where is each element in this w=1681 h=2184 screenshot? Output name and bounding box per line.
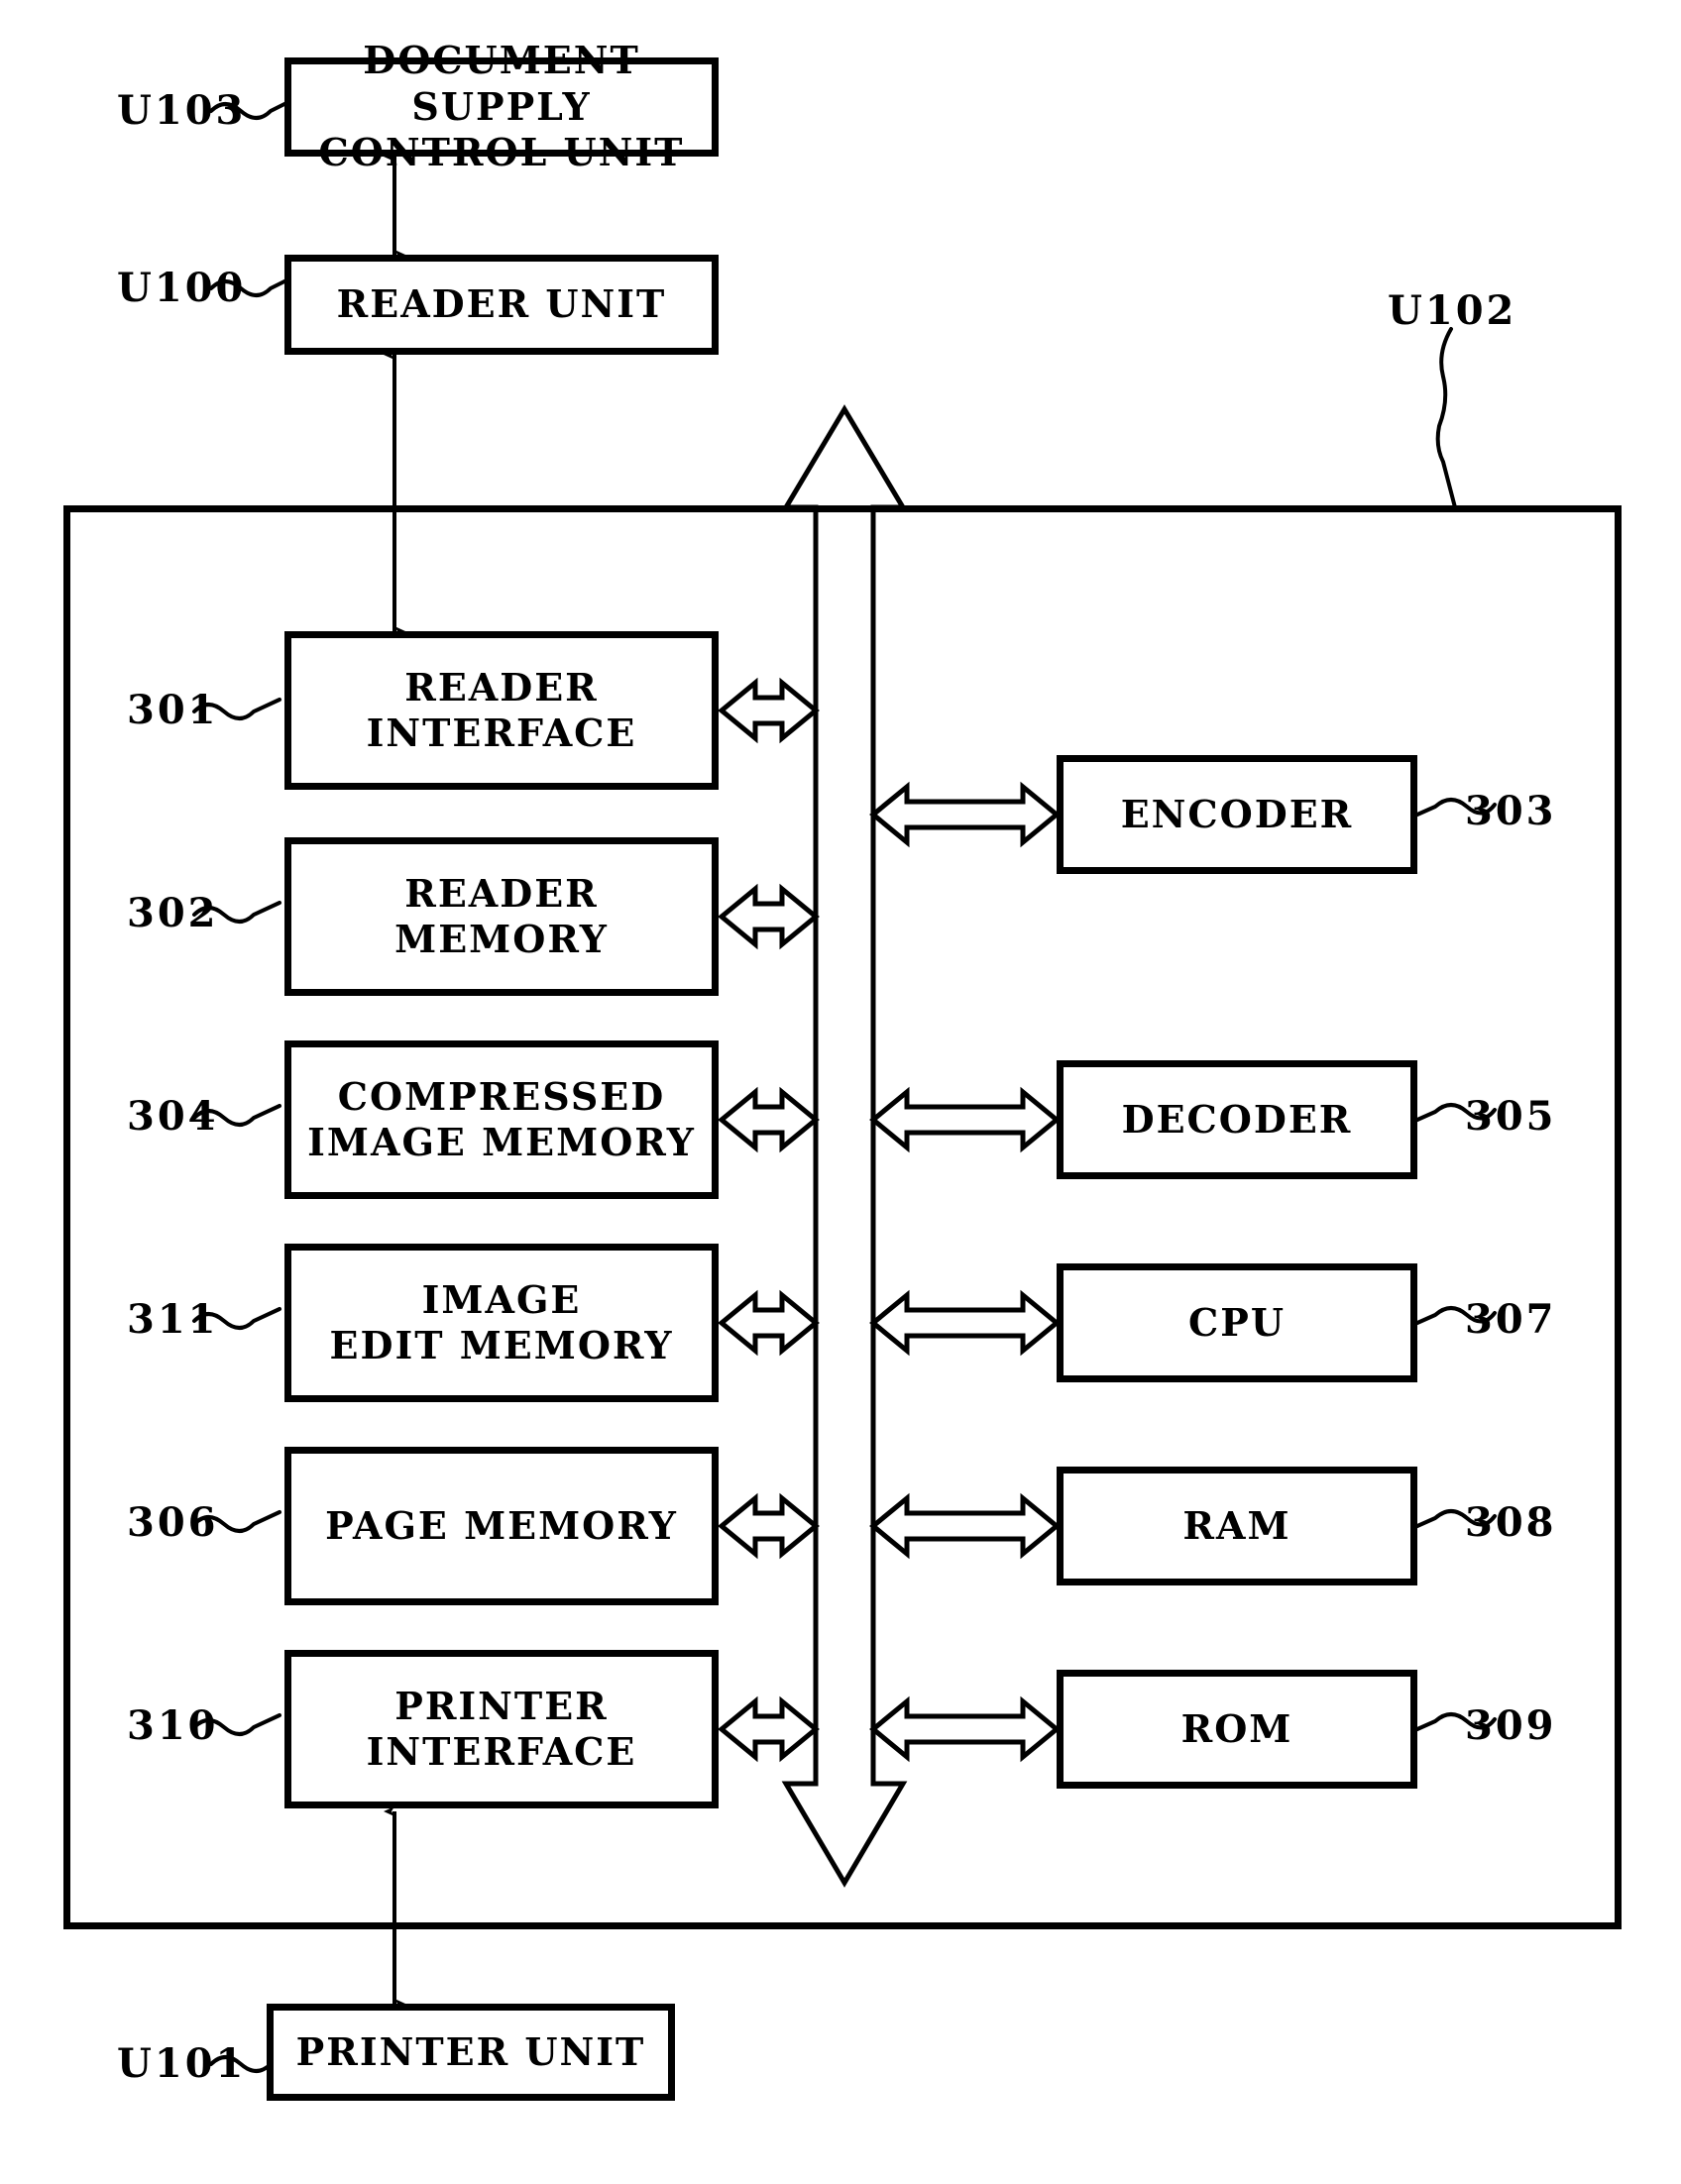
block-label: ENCODER	[1120, 791, 1354, 836]
block-label: READER UNIT	[336, 281, 667, 327]
block-image-edit-memory[interactable]: IMAGE EDIT MEMORY	[284, 1244, 719, 1402]
ref-305: 305	[1465, 1093, 1557, 1140]
ref-309: 309	[1465, 1702, 1557, 1749]
block-label-line2: INTERFACE	[366, 1729, 637, 1774]
block-label: DECODER	[1121, 1096, 1353, 1142]
block-label-line1: DOCUMENT SUPPLY	[363, 38, 640, 129]
block-encoder[interactable]: ENCODER	[1057, 755, 1417, 874]
block-compressed-image-memory[interactable]: COMPRESSED IMAGE MEMORY	[284, 1040, 719, 1199]
ref-303: 303	[1465, 788, 1557, 834]
ref-302: 302	[127, 890, 219, 936]
block-label: PRINTER UNIT	[295, 2028, 646, 2074]
block-label-line2: IMAGE MEMORY	[307, 1120, 696, 1164]
ref-u101: U101	[117, 2040, 247, 2087]
block-label: CPU	[1188, 1299, 1286, 1345]
block-label-line1: READER	[404, 664, 599, 710]
ref-311: 311	[127, 1296, 219, 1343]
block-page-memory[interactable]: PAGE MEMORY	[284, 1447, 719, 1605]
block-label-line2: CONTROL UNIT	[318, 130, 685, 175]
ref-304: 304	[127, 1093, 219, 1140]
block-label: ROM	[1180, 1705, 1293, 1751]
block-decoder[interactable]: DECODER	[1057, 1060, 1417, 1179]
block-reader-unit[interactable]: READER UNIT	[284, 255, 719, 355]
block-label-line1: PRINTER	[394, 1683, 609, 1728]
block-reader-memory[interactable]: READER MEMORY	[284, 837, 719, 996]
block-cpu[interactable]: CPU	[1057, 1263, 1417, 1382]
ref-307: 307	[1465, 1296, 1557, 1343]
block-rom[interactable]: ROM	[1057, 1670, 1417, 1789]
block-label: READER MEMORY	[394, 870, 609, 961]
block-label-line2: EDIT MEMORY	[329, 1323, 674, 1367]
block-label: RAM	[1182, 1502, 1291, 1548]
ref-306: 306	[127, 1499, 219, 1546]
block-label-line1: IMAGE	[421, 1276, 582, 1322]
block-document-supply-control-unit[interactable]: DOCUMENT SUPPLY CONTROL UNIT	[284, 38, 719, 174]
block-ram[interactable]: RAM	[1057, 1467, 1417, 1585]
block-label-line1: COMPRESSED	[337, 1073, 666, 1119]
block-printer-unit[interactable]: PRINTER UNIT	[267, 2004, 675, 2101]
ref-308: 308	[1465, 1499, 1557, 1546]
block-label-line2: INTERFACE	[366, 710, 637, 755]
block-label: PAGE MEMORY	[325, 1502, 678, 1548]
ref-u103: U103	[117, 87, 247, 134]
figure-canvas: DOCUMENT SUPPLY CONTROL UNIT READER UNIT…	[0, 0, 1681, 2184]
ref-310: 310	[127, 1702, 219, 1749]
ref-u100: U100	[117, 265, 247, 311]
block-reader-interface[interactable]: READER INTERFACE	[284, 631, 719, 790]
ref-301: 301	[127, 687, 219, 733]
block-printer-interface[interactable]: PRINTER INTERFACE	[284, 1650, 719, 1808]
ref-u102: U102	[1388, 287, 1517, 334]
